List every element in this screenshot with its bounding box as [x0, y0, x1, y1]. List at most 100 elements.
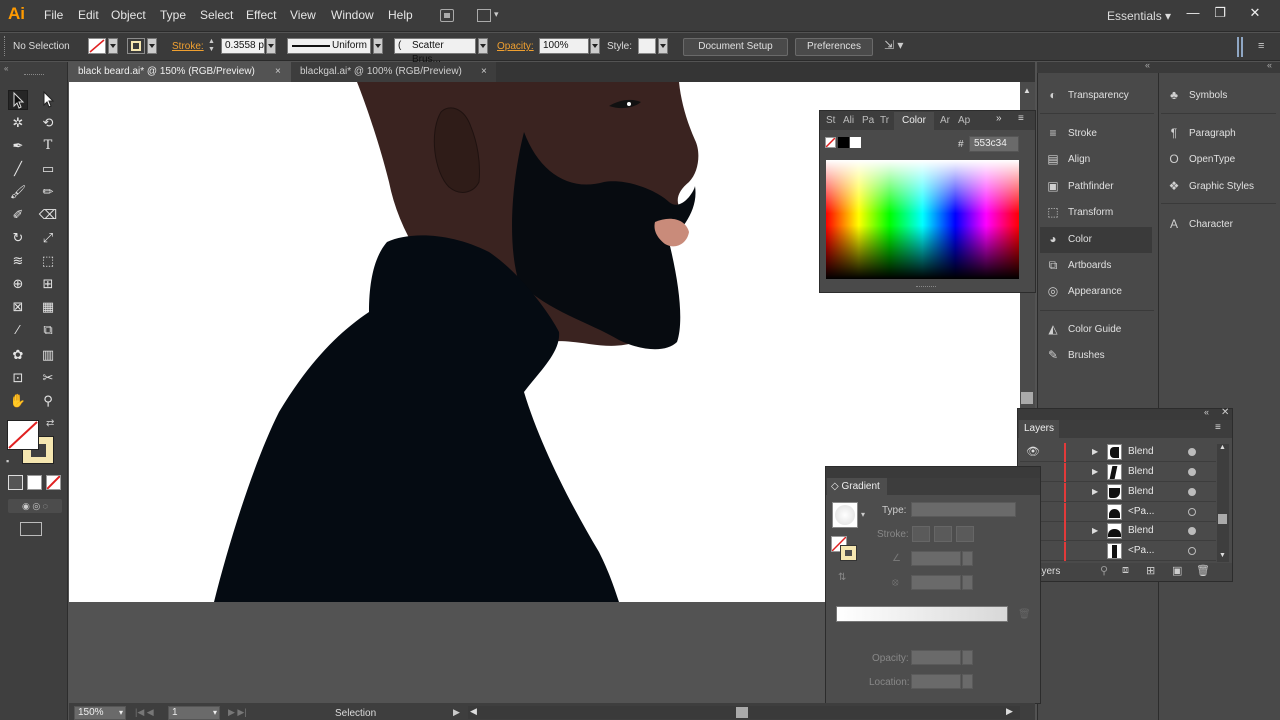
paintbrush-tool-icon[interactable]: 🖌 [8, 182, 28, 202]
none-mode-icon[interactable] [46, 475, 61, 490]
slice-tool-icon[interactable]: ✂ [38, 368, 58, 388]
brush-definition-field[interactable]: ( Scatter Brus... [394, 38, 476, 65]
color-mode-icon[interactable] [8, 475, 23, 490]
workspace-switcher[interactable]: Essentials ▾ [1107, 9, 1171, 23]
eyedropper-tool-icon[interactable]: ⁄ [8, 320, 28, 340]
expand-panels-icon[interactable]: « [1267, 60, 1272, 70]
menu-file[interactable]: File [44, 8, 63, 22]
reverse-gradient-icon[interactable]: ⇅ [838, 572, 846, 583]
tab-align[interactable]: Ali [843, 115, 854, 126]
scroll-right-arrow-icon[interactable]: ▶ [1006, 706, 1013, 717]
lasso-tool-icon[interactable]: ⟲ [38, 113, 58, 133]
graphic-style-swatch[interactable] [638, 38, 656, 54]
dock-item-color[interactable]: ◕ Color [1040, 227, 1152, 253]
zoom-tool-icon[interactable]: ⚲ [38, 391, 58, 411]
dock-item-symbols[interactable]: ♣ Symbols [1161, 83, 1276, 109]
dock-item-brushes[interactable]: ✎ Brushes [1040, 343, 1154, 369]
layer-row[interactable]: 👁 ▶ Blend [1020, 463, 1216, 482]
pencil-tool-icon[interactable]: ✏ [38, 182, 58, 202]
panel-resize-grip[interactable] [916, 286, 936, 289]
graphic-style-dropdown[interactable] [658, 38, 668, 54]
close-window-button[interactable]: ✕ [1242, 4, 1268, 22]
rotate-tool-icon[interactable]: ↻ [8, 228, 28, 248]
magic-wand-tool-icon[interactable]: ✲ [8, 113, 28, 133]
scroll-up-arrow-icon[interactable]: ▲ [1023, 86, 1031, 95]
tab-stroke[interactable]: St [826, 115, 835, 126]
dock-item-graphic-styles[interactable]: ❖ Graphic Styles [1161, 174, 1276, 200]
scroll-up-arrow-icon[interactable]: ▲ [1219, 444, 1226, 451]
scroll-thumb[interactable] [736, 707, 748, 718]
tab-blackgal[interactable]: blackgal.ai* @ 100% (RGB/Preview) × [291, 62, 496, 82]
stop-opacity-field[interactable] [911, 650, 961, 665]
last-artboard-icon[interactable]: ▶ ▶| [228, 707, 247, 718]
menu-window[interactable]: Window [331, 8, 374, 22]
draw-modes-icon[interactable]: ◉ ◎ ◌ [8, 499, 62, 513]
arrange-icon[interactable]: ⇲ ▾ [884, 38, 903, 52]
blend-tool-icon[interactable]: ⧉ [38, 320, 58, 340]
grip-handle[interactable] [24, 74, 44, 78]
status-menu-arrow-icon[interactable]: ▶ [453, 707, 460, 718]
tab-pathfinder[interactable]: Pa [862, 115, 874, 126]
target-circle-icon[interactable] [1188, 508, 1196, 516]
tab-layers[interactable]: Layers [1019, 420, 1059, 438]
angle-dropdown[interactable] [962, 551, 973, 566]
none-swatch-icon[interactable] [825, 137, 836, 148]
gradient-type-dropdown[interactable] [911, 502, 1016, 517]
eraser-tool-icon[interactable]: ⌫ [38, 205, 58, 225]
minimize-button[interactable]: — [1180, 4, 1206, 22]
tab-gradient[interactable]: ◇ Gradient [827, 478, 887, 495]
mesh-tool-icon[interactable]: ⊠ [8, 297, 28, 317]
angle-field[interactable] [911, 551, 961, 566]
dock-item-align[interactable]: ▤ Align [1040, 147, 1154, 173]
stroke-gradient-across-icon[interactable] [956, 526, 974, 542]
menu-help[interactable]: Help [388, 8, 413, 22]
gradient-stroke-swatch[interactable] [840, 545, 857, 561]
artboard-tool-icon[interactable]: ⊡ [8, 368, 28, 388]
zoom-field[interactable]: 150% ▾ [74, 706, 126, 720]
fill-color-box[interactable] [7, 420, 39, 450]
restore-button[interactable]: ❐ [1207, 4, 1233, 22]
layer-row[interactable]: 👁 ▶ Blend [1020, 522, 1216, 541]
tab-artboards[interactable]: Ar [940, 115, 950, 126]
locate-object-icon[interactable]: ⚲ [1100, 564, 1108, 577]
stroke-weight-field[interactable]: 0.3558 p [221, 38, 265, 54]
type-tool-icon[interactable]: T [38, 136, 58, 156]
stroke-label[interactable]: Stroke: [172, 41, 204, 52]
close-tab-icon[interactable]: × [481, 62, 487, 82]
dock-item-color-guide[interactable]: ◭ Color Guide [1040, 317, 1154, 343]
scroll-down-arrow-icon[interactable]: ▼ [1219, 552, 1226, 559]
expand-triangle-icon[interactable]: ▶ [1092, 526, 1098, 535]
dock-item-transparency[interactable]: ◐ Transparency [1040, 83, 1154, 109]
chevron-down-icon[interactable]: ▾ [861, 510, 865, 519]
tab-color[interactable]: Color [894, 112, 934, 130]
menu-type[interactable]: Type [160, 8, 186, 22]
free-transform-tool-icon[interactable]: ⬚ [38, 251, 58, 271]
warp-tool-icon[interactable]: ≋ [8, 251, 28, 271]
layer-row[interactable]: 👁 ▶ Blend [1020, 483, 1216, 502]
panel-menu-icon[interactable]: ≡ [1215, 422, 1221, 433]
black-swatch[interactable] [838, 137, 849, 148]
arrange-documents-button[interactable] [477, 9, 491, 22]
target-circle-icon[interactable] [1188, 488, 1196, 496]
dock-item-stroke[interactable]: ≡ Stroke [1040, 121, 1154, 147]
layer-row[interactable]: 👁 ▶ Blend [1020, 443, 1216, 462]
trash-icon[interactable]: 🗑 [1196, 564, 1210, 577]
direct-selection-tool-icon[interactable] [38, 90, 58, 110]
stroke-weight-dropdown[interactable] [266, 38, 276, 54]
hand-tool-icon[interactable]: ✋ [8, 391, 28, 411]
aspect-ratio-field[interactable] [911, 575, 961, 590]
scroll-thumb[interactable] [1021, 392, 1033, 404]
stroke-swatch[interactable] [127, 38, 145, 54]
white-swatch[interactable] [850, 137, 861, 148]
symbol-sprayer-tool-icon[interactable]: ✿ [8, 345, 28, 365]
target-circle-icon[interactable] [1188, 448, 1196, 456]
scale-tool-icon[interactable]: ⤢ [38, 228, 58, 248]
new-layer-icon[interactable]: ▣ [1172, 564, 1182, 577]
gradient-slider[interactable] [836, 606, 1008, 622]
opacity-field[interactable]: 100% [539, 38, 589, 54]
stop-location-field[interactable] [911, 674, 961, 689]
preferences-button[interactable]: Preferences [795, 38, 873, 56]
stop-location-dropdown[interactable] [962, 674, 973, 689]
selection-tool-icon[interactable] [8, 90, 28, 110]
stroke-gradient-along-icon[interactable] [934, 526, 952, 542]
